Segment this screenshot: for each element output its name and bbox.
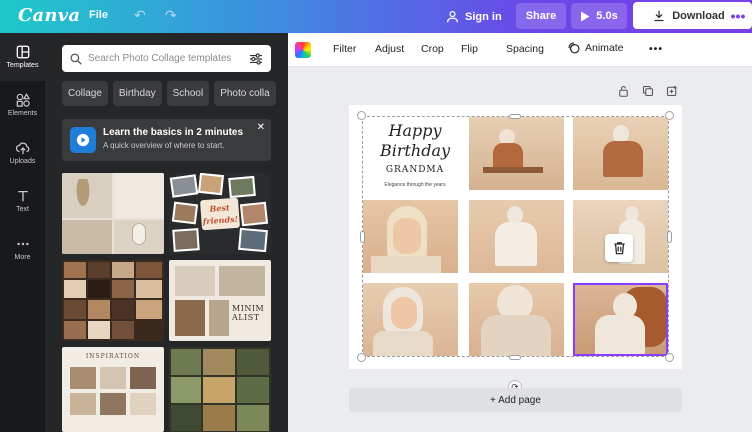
chip-photo-collage[interactable]: Photo colla [214,81,276,106]
learn-basics-card[interactable]: Learn the basics in 2 minutes A quick ov… [62,119,271,161]
best-friends-text: Best friends! [199,197,241,231]
undo-icon[interactable]: ↶ [134,7,146,24]
rail-item-uploads[interactable]: Uploads [0,129,45,177]
adjust-button[interactable]: Adjust [375,43,404,55]
resize-handle[interactable] [509,355,521,360]
search-icon [70,52,82,65]
delete-button[interactable] [605,234,633,262]
left-rail: Templates Elements Uploads Text More [0,33,45,432]
templates-panel: Collage Birthday School Photo colla Lear… [45,33,288,432]
resize-handle[interactable] [357,111,366,120]
filter-button[interactable]: Filter [333,43,356,55]
category-chips: Collage Birthday School Photo colla [62,81,288,106]
rail-label: Uploads [9,158,36,165]
color-swatch-icon[interactable] [295,42,311,58]
template-thumbnail[interactable]: INSPIRATION [62,347,164,432]
animate-button[interactable]: Animate [568,42,624,54]
download-label: Download [672,9,725,22]
rail-item-text[interactable]: Text [0,177,45,225]
search-bar [62,45,271,72]
duration-label: 5.0s [596,10,618,22]
promo-title: Learn the basics in 2 minutes [103,127,244,138]
rail-item-templates[interactable]: Templates [0,33,45,81]
more-icon [16,242,29,246]
rail-label: More [14,254,31,261]
resize-handle[interactable] [665,353,674,362]
video-play-icon [70,127,96,153]
present-button[interactable]: 5.0s [571,3,627,29]
template-thumbnail[interactable] [169,347,271,432]
template-thumbnail[interactable]: MINIM ALIST [169,260,271,341]
redo-icon[interactable]: ↷ [165,7,177,24]
rail-label: Elements [7,110,38,117]
chip-collage[interactable]: Collage [62,81,108,106]
template-thumbnail[interactable]: Best friends! [169,173,271,254]
add-page-button[interactable]: + Add page [349,388,682,412]
flip-button[interactable]: Flip [461,43,478,55]
spacing-button[interactable]: Spacing [506,43,544,55]
search-input[interactable] [88,53,243,64]
sign-in-button[interactable]: Sign in [446,6,502,27]
crop-button[interactable]: Crop [421,43,444,55]
canvas-workspace: Happy Birthday GRANDMA Elegance through … [288,67,752,432]
duplicate-page-icon[interactable] [642,85,654,100]
lock-icon[interactable] [618,85,629,100]
resize-handle[interactable] [509,114,521,119]
resize-handle[interactable] [357,353,366,362]
elements-icon [16,93,30,107]
resize-handle[interactable] [360,231,365,243]
rail-item-elements[interactable]: Elements [0,81,45,129]
rail-label: Templates [6,62,39,69]
filter-settings-icon[interactable] [249,52,263,65]
trash-icon [613,242,625,255]
chip-birthday[interactable]: Birthday [112,81,162,106]
download-icon [654,10,664,21]
animate-label: Animate [585,42,624,54]
file-menu-button[interactable]: File [89,9,108,21]
chip-school[interactable]: School [166,81,210,106]
minimalist-text: MINIM ALIST [232,304,265,322]
image-toolbar: Filter Adjust Crop Flip Spacing Animate … [288,33,752,67]
user-icon [446,10,459,23]
resize-handle[interactable] [665,111,674,120]
play-icon [581,11,590,21]
promo-subtitle: A quick overview of where to start. [103,141,225,150]
rail-label: Text [16,206,29,213]
share-button[interactable]: Share [516,3,566,29]
design-page[interactable]: Happy Birthday GRANDMA Elegance through … [349,105,682,369]
toolbar-more-button[interactable]: ••• [649,43,663,55]
top-bar: Canva File ↶ ↷ Sign in Share 5.0s Downlo… [0,0,752,33]
upload-icon [15,142,29,155]
add-page-icon[interactable] [666,85,678,100]
templates-icon [16,45,29,59]
rail-item-more[interactable]: More [0,225,45,273]
template-thumbnail[interactable] [62,173,164,254]
animate-icon [568,42,580,54]
close-icon[interactable]: ✕ [257,122,265,133]
text-icon [17,190,28,202]
canva-logo[interactable]: Canva [18,5,80,26]
sign-in-label: Sign in [465,10,502,23]
inspiration-text: INSPIRATION [85,353,141,360]
template-thumbnail[interactable] [62,260,164,341]
resize-handle[interactable] [667,231,672,243]
more-options-button[interactable]: ••• [724,2,752,29]
